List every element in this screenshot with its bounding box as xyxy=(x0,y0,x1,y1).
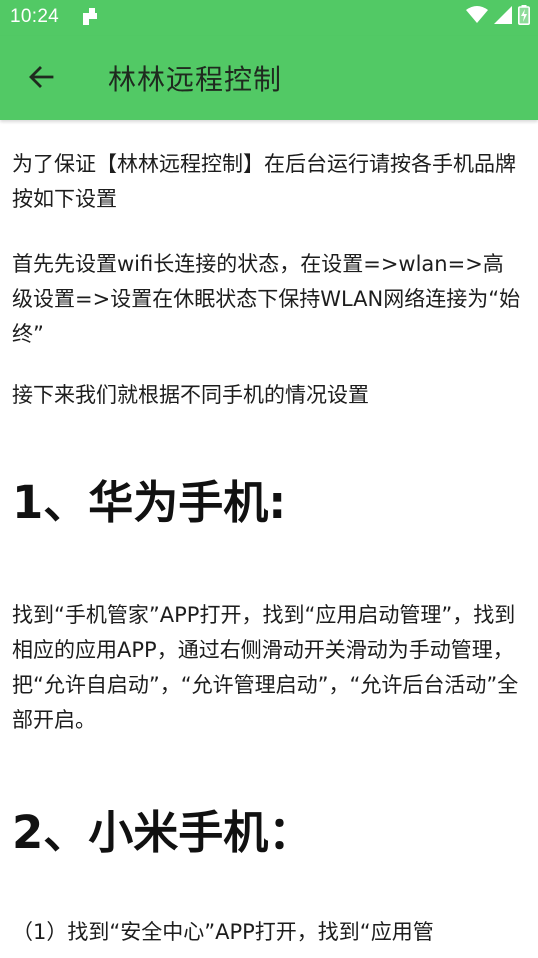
xiaomi-paragraph: （1）找到“安全中心”APP打开，找到“应用管 xyxy=(12,920,434,944)
app-bar: 林林远程控制 xyxy=(0,36,538,120)
status-icons xyxy=(466,5,530,29)
next-paragraph: 接下来我们就根据不同手机的情况设置 xyxy=(12,383,369,407)
back-button[interactable] xyxy=(18,56,64,102)
xiaomi-heading: 2、小米手机： xyxy=(12,806,314,859)
battery-charging-icon xyxy=(518,5,530,29)
intro-paragraph: 为了保证【林林远程控制】在后台运行请按各手机品牌按如下设置 xyxy=(12,152,516,211)
download-notification-icon xyxy=(80,7,100,27)
huawei-paragraph: 找到“手机管家”APP打开，找到“应用启动管理”，找到相应的应用APP，通过右侧… xyxy=(12,603,519,732)
wifi-icon xyxy=(466,6,488,28)
status-bar: 10:24 xyxy=(0,0,538,36)
instructions-content: 为了保证【林林远程控制】在后台运行请按各手机品牌按如下设置 首先先设置wifi长… xyxy=(12,120,524,950)
wifi-paragraph: 首先先设置wifi长连接的状态，在设置=>wlan=>高级设置=>设置在休眠状态… xyxy=(12,252,521,346)
arrow-left-icon xyxy=(28,64,54,94)
huawei-heading: 1、华为手机: xyxy=(12,476,287,529)
status-time: 10:24 xyxy=(10,6,60,27)
signal-icon xyxy=(494,6,512,28)
page-title: 林林远程控制 xyxy=(108,63,283,96)
